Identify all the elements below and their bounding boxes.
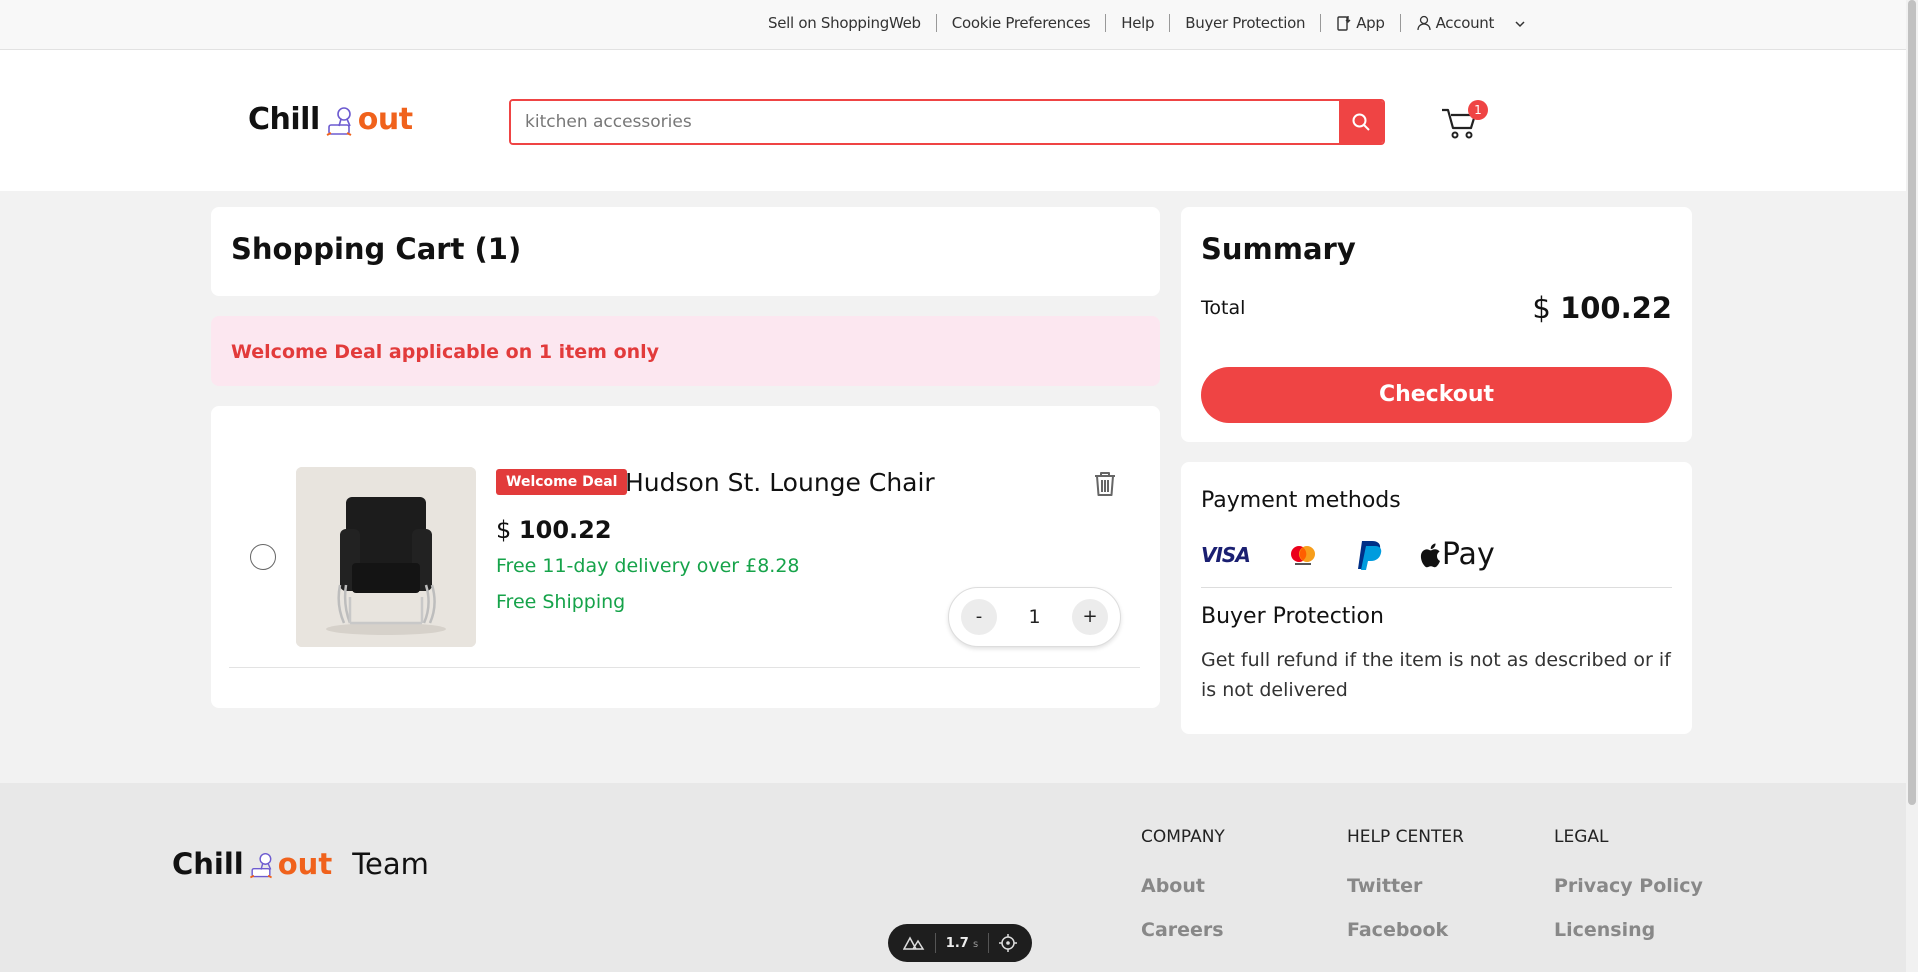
apple-icon xyxy=(1420,543,1440,567)
apple-pay-label: Pay xyxy=(1441,537,1495,572)
cart-count-badge: 1 xyxy=(1468,100,1488,120)
footer-team-text: Team xyxy=(352,847,429,881)
quantity-value[interactable]: 1 xyxy=(1028,606,1040,628)
chevron-down-icon[interactable] xyxy=(1499,14,1525,32)
top-utility-bar: Sell on ShoppingWeb Cookie Preferences H… xyxy=(0,0,1906,50)
paypal-icon xyxy=(1356,539,1384,571)
search-input[interactable] xyxy=(511,101,1339,143)
page-scrollbar[interactable] xyxy=(1906,0,1918,972)
site-logo[interactable]: Chill out xyxy=(248,102,413,137)
footer-logo-out: out xyxy=(277,847,333,881)
footer-column-company: COMPANY About Careers xyxy=(1141,827,1225,963)
search-icon xyxy=(1352,113,1370,131)
total-currency: $ xyxy=(1532,291,1551,325)
deal-banner-text: Welcome Deal applicable on 1 item only xyxy=(231,341,660,363)
load-time: 1.7 s xyxy=(946,936,978,951)
account-link[interactable]: Account xyxy=(1401,14,1540,32)
mastercard-icon xyxy=(1286,543,1320,567)
load-time-unit: s xyxy=(972,938,979,950)
delivery-info: Free 11-day delivery over £8.28 xyxy=(496,555,800,577)
scrollbar-thumb[interactable] xyxy=(1908,0,1916,805)
site-header: Chill out 1 xyxy=(0,50,1906,191)
load-time-value: 1.7 xyxy=(945,935,969,951)
item-divider xyxy=(229,667,1140,668)
app-download-icon xyxy=(1337,16,1351,31)
user-icon xyxy=(1416,15,1431,31)
buyer-protection-link[interactable]: Buyer Protection xyxy=(1170,14,1322,32)
buyer-protection-text: Get full refund if the item is not as de… xyxy=(1201,649,1671,701)
welcome-deal-tag: Welcome Deal xyxy=(496,469,628,495)
search-bar xyxy=(509,99,1385,145)
app-label: App xyxy=(1356,14,1385,32)
price-amount: 100.22 xyxy=(518,516,612,544)
footer-link-facebook[interactable]: Facebook xyxy=(1347,919,1464,941)
footer-link-about[interactable]: About xyxy=(1141,875,1225,897)
crosshair-icon[interactable] xyxy=(999,934,1018,952)
visa-label: VISA xyxy=(1201,542,1251,567)
sell-link[interactable]: Sell on ShoppingWeb xyxy=(760,14,937,32)
badge-divider xyxy=(988,933,990,953)
trash-icon[interactable] xyxy=(1092,470,1118,498)
cart-title-card: Shopping Cart (1) xyxy=(211,207,1160,296)
decrement-button[interactable]: - xyxy=(961,599,997,635)
payment-methods-title: Payment methods xyxy=(1201,488,1401,513)
footer-link-twitter[interactable]: Twitter xyxy=(1347,875,1464,897)
footer-column-legal: LEGAL Privacy Policy Licensing xyxy=(1554,827,1703,963)
buyer-protection-title: Buyer Protection xyxy=(1201,604,1384,629)
product-price: $ 100.22 xyxy=(496,516,612,544)
product-name[interactable]: Hudson St. Lounge Chair xyxy=(625,468,935,497)
footer-column-help-center: HELP CENTER Twitter Facebook xyxy=(1347,827,1464,963)
footer-logo[interactable]: Chill out Team xyxy=(172,847,429,881)
help-link[interactable]: Help xyxy=(1106,14,1171,32)
summary-title: Summary xyxy=(1201,232,1356,266)
price-currency: $ xyxy=(496,516,512,544)
footer-link-privacy-policy[interactable]: Privacy Policy xyxy=(1554,875,1703,897)
devtools-badge[interactable]: 1.7 s xyxy=(888,924,1032,962)
increment-button[interactable]: + xyxy=(1072,599,1108,635)
item-select-radio[interactable] xyxy=(250,544,276,570)
utility-links: Sell on ShoppingWeb Cookie Preferences H… xyxy=(760,14,1540,32)
cart-button[interactable]: 1 xyxy=(1440,100,1488,142)
app-link[interactable]: App xyxy=(1321,14,1401,32)
page-title: Shopping Cart (1) xyxy=(231,232,522,266)
badge-divider xyxy=(934,933,936,953)
total-amount: 100.22 xyxy=(1560,291,1672,325)
summary-card: Summary Total $ 100.22 Checkout xyxy=(1181,207,1692,442)
mascot-icon xyxy=(326,106,352,136)
footer-link-careers[interactable]: Careers xyxy=(1141,919,1225,941)
nuxt-icon xyxy=(902,936,925,950)
apple-pay-icon: Pay xyxy=(1420,537,1495,572)
cookie-preferences-link[interactable]: Cookie Preferences xyxy=(937,14,1107,32)
checkout-button[interactable]: Checkout xyxy=(1201,367,1672,423)
cart-item-card: Welcome Deal Hudson St. Lounge Chair $ 1… xyxy=(211,406,1160,708)
footer-heading: COMPANY xyxy=(1141,827,1225,847)
payment-card: Payment methods VISA Pay Buyer Protectio… xyxy=(1181,462,1692,734)
mascot-icon xyxy=(249,852,272,878)
welcome-deal-banner: Welcome Deal applicable on 1 item only xyxy=(211,316,1160,386)
footer-heading: LEGAL xyxy=(1554,827,1609,847)
logo-out-text: out xyxy=(357,102,413,137)
footer-logo-chill: Chill xyxy=(172,847,244,881)
logo-chill-text: Chill xyxy=(248,102,320,137)
shipping-info: Free Shipping xyxy=(496,591,626,613)
payment-icons: VISA Pay xyxy=(1201,537,1531,572)
footer-heading: HELP CENTER xyxy=(1347,827,1464,847)
footer-link-licensing[interactable]: Licensing xyxy=(1554,919,1703,941)
account-label: Account xyxy=(1435,14,1495,32)
total-value: $ 100.22 xyxy=(1532,291,1672,325)
visa-icon: VISA xyxy=(1201,542,1251,567)
product-image[interactable] xyxy=(296,467,476,647)
search-button[interactable] xyxy=(1339,101,1383,143)
quantity-stepper: - 1 + xyxy=(948,587,1121,647)
lounge-chair-image xyxy=(296,467,476,647)
total-label: Total xyxy=(1201,297,1246,319)
payment-divider xyxy=(1201,587,1672,588)
